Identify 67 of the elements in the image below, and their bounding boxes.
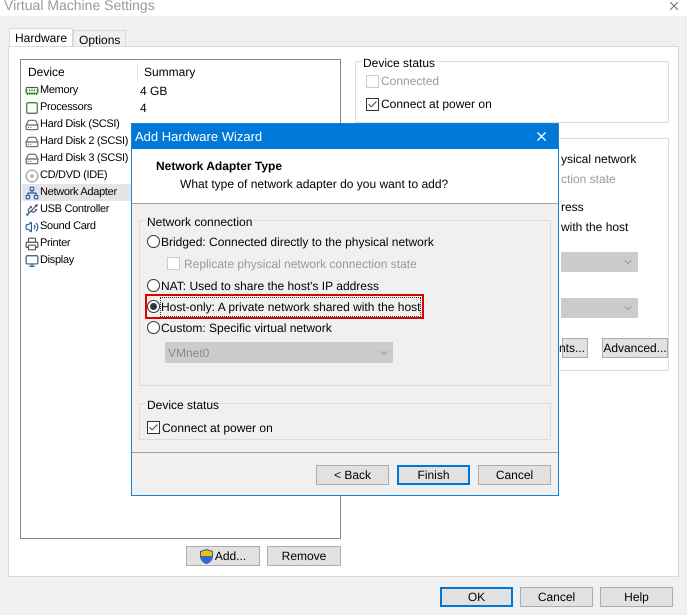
device-row[interactable]: Hard Disk 2 (SCSI): [22, 133, 134, 150]
device-row[interactable]: Network Adapter: [22, 184, 134, 201]
dialog-button[interactable]: Cancel: [520, 587, 593, 607]
device-name: USB Controller: [40, 202, 110, 218]
checkbox[interactable]: [366, 98, 379, 110]
window-title: Virtual Machine Settings: [4, 0, 155, 12]
speaker-icon: [25, 220, 39, 234]
device-row[interactable]: Display: [22, 252, 134, 269]
radio-label: NAT: Used to share the host's IP address: [161, 278, 379, 294]
radio-button[interactable]: [147, 235, 160, 248]
checkbox-label: Replicate physical network connection state: [184, 256, 417, 272]
dialog-button[interactable]: OK: [440, 587, 513, 607]
tab[interactable]: Hardware: [9, 28, 74, 46]
checkbox-label: Connect at power on: [162, 420, 273, 436]
radio-button[interactable]: [147, 279, 160, 292]
radio-label: Bridged: Connected directly to the physical network: [161, 234, 434, 250]
printer-icon: [25, 236, 39, 250]
device-name: Processors: [40, 100, 92, 116]
wizard-button[interactable]: Finish: [397, 465, 470, 485]
disc-icon: [25, 168, 39, 182]
device-name: Hard Disk 3 (SCSI): [40, 151, 128, 166]
checkbox-label: Connected: [381, 73, 440, 90]
monitor-icon: [25, 254, 39, 268]
settings-button[interactable]: Advanced...: [602, 338, 668, 358]
list-button[interactable]: Add...: [186, 546, 260, 566]
tab[interactable]: Options: [73, 30, 126, 46]
close-icon[interactable]: [667, 0, 681, 13]
column-header: Device: [22, 63, 138, 81]
device-name: CD/DVD (IDE): [40, 168, 108, 184]
chip-icon: [25, 100, 39, 114]
checkbox-label: Connect at power on: [381, 96, 492, 113]
wizard-button[interactable]: Cancel: [478, 465, 551, 485]
page-heading: Network Adapter Type: [156, 158, 284, 175]
radio-button[interactable]: [147, 300, 160, 313]
checkbox[interactable]: [147, 421, 160, 434]
option-label: ress: [561, 199, 585, 216]
option-label: ysical network: [561, 151, 638, 168]
option-label: ction state: [561, 171, 617, 188]
device-row[interactable]: CD/DVD (IDE): [22, 167, 134, 184]
option-label: with the host: [561, 219, 630, 236]
device-name: Sound Card: [40, 219, 96, 234]
network-icon: [25, 186, 39, 200]
page-subheading: What type of network adapter do you want to add?: [179, 176, 450, 193]
settings-button[interactable]: nts...: [562, 338, 588, 358]
device-summary: 4: [140, 100, 147, 116]
device-row[interactable]: USB Controller: [22, 201, 134, 218]
wizard-button[interactable]: < Back: [316, 465, 389, 485]
list-button[interactable]: Remove: [267, 546, 341, 566]
column-header: Summary: [143, 64, 196, 81]
close-icon[interactable]: [534, 129, 549, 144]
device-summary: 4 GB: [140, 82, 168, 100]
device-row[interactable]: Hard Disk (SCSI): [22, 116, 134, 133]
device-name: Printer: [40, 236, 70, 252]
radio-label: Custom: Specific virtual network: [161, 320, 332, 336]
device-name: Network Adapter: [40, 185, 117, 200]
device-row[interactable]: Sound Card: [22, 218, 134, 235]
device-row[interactable]: Printer: [22, 235, 134, 252]
device-row[interactable]: Hard Disk 3 (SCSI): [22, 150, 134, 167]
radio-label: Host-only: A private network shared with the host: [161, 298, 420, 316]
device-name: Hard Disk (SCSI): [40, 117, 120, 132]
device-name: Memory: [40, 83, 78, 98]
usb-icon: [25, 202, 39, 216]
device-name: Display: [40, 253, 74, 268]
radio-button[interactable]: [147, 321, 160, 334]
device-name: Hard Disk 2 (SCSI): [40, 134, 128, 150]
dialog-title: Add Hardware Wizard: [135, 128, 262, 146]
dialog-button[interactable]: Help: [600, 587, 673, 607]
